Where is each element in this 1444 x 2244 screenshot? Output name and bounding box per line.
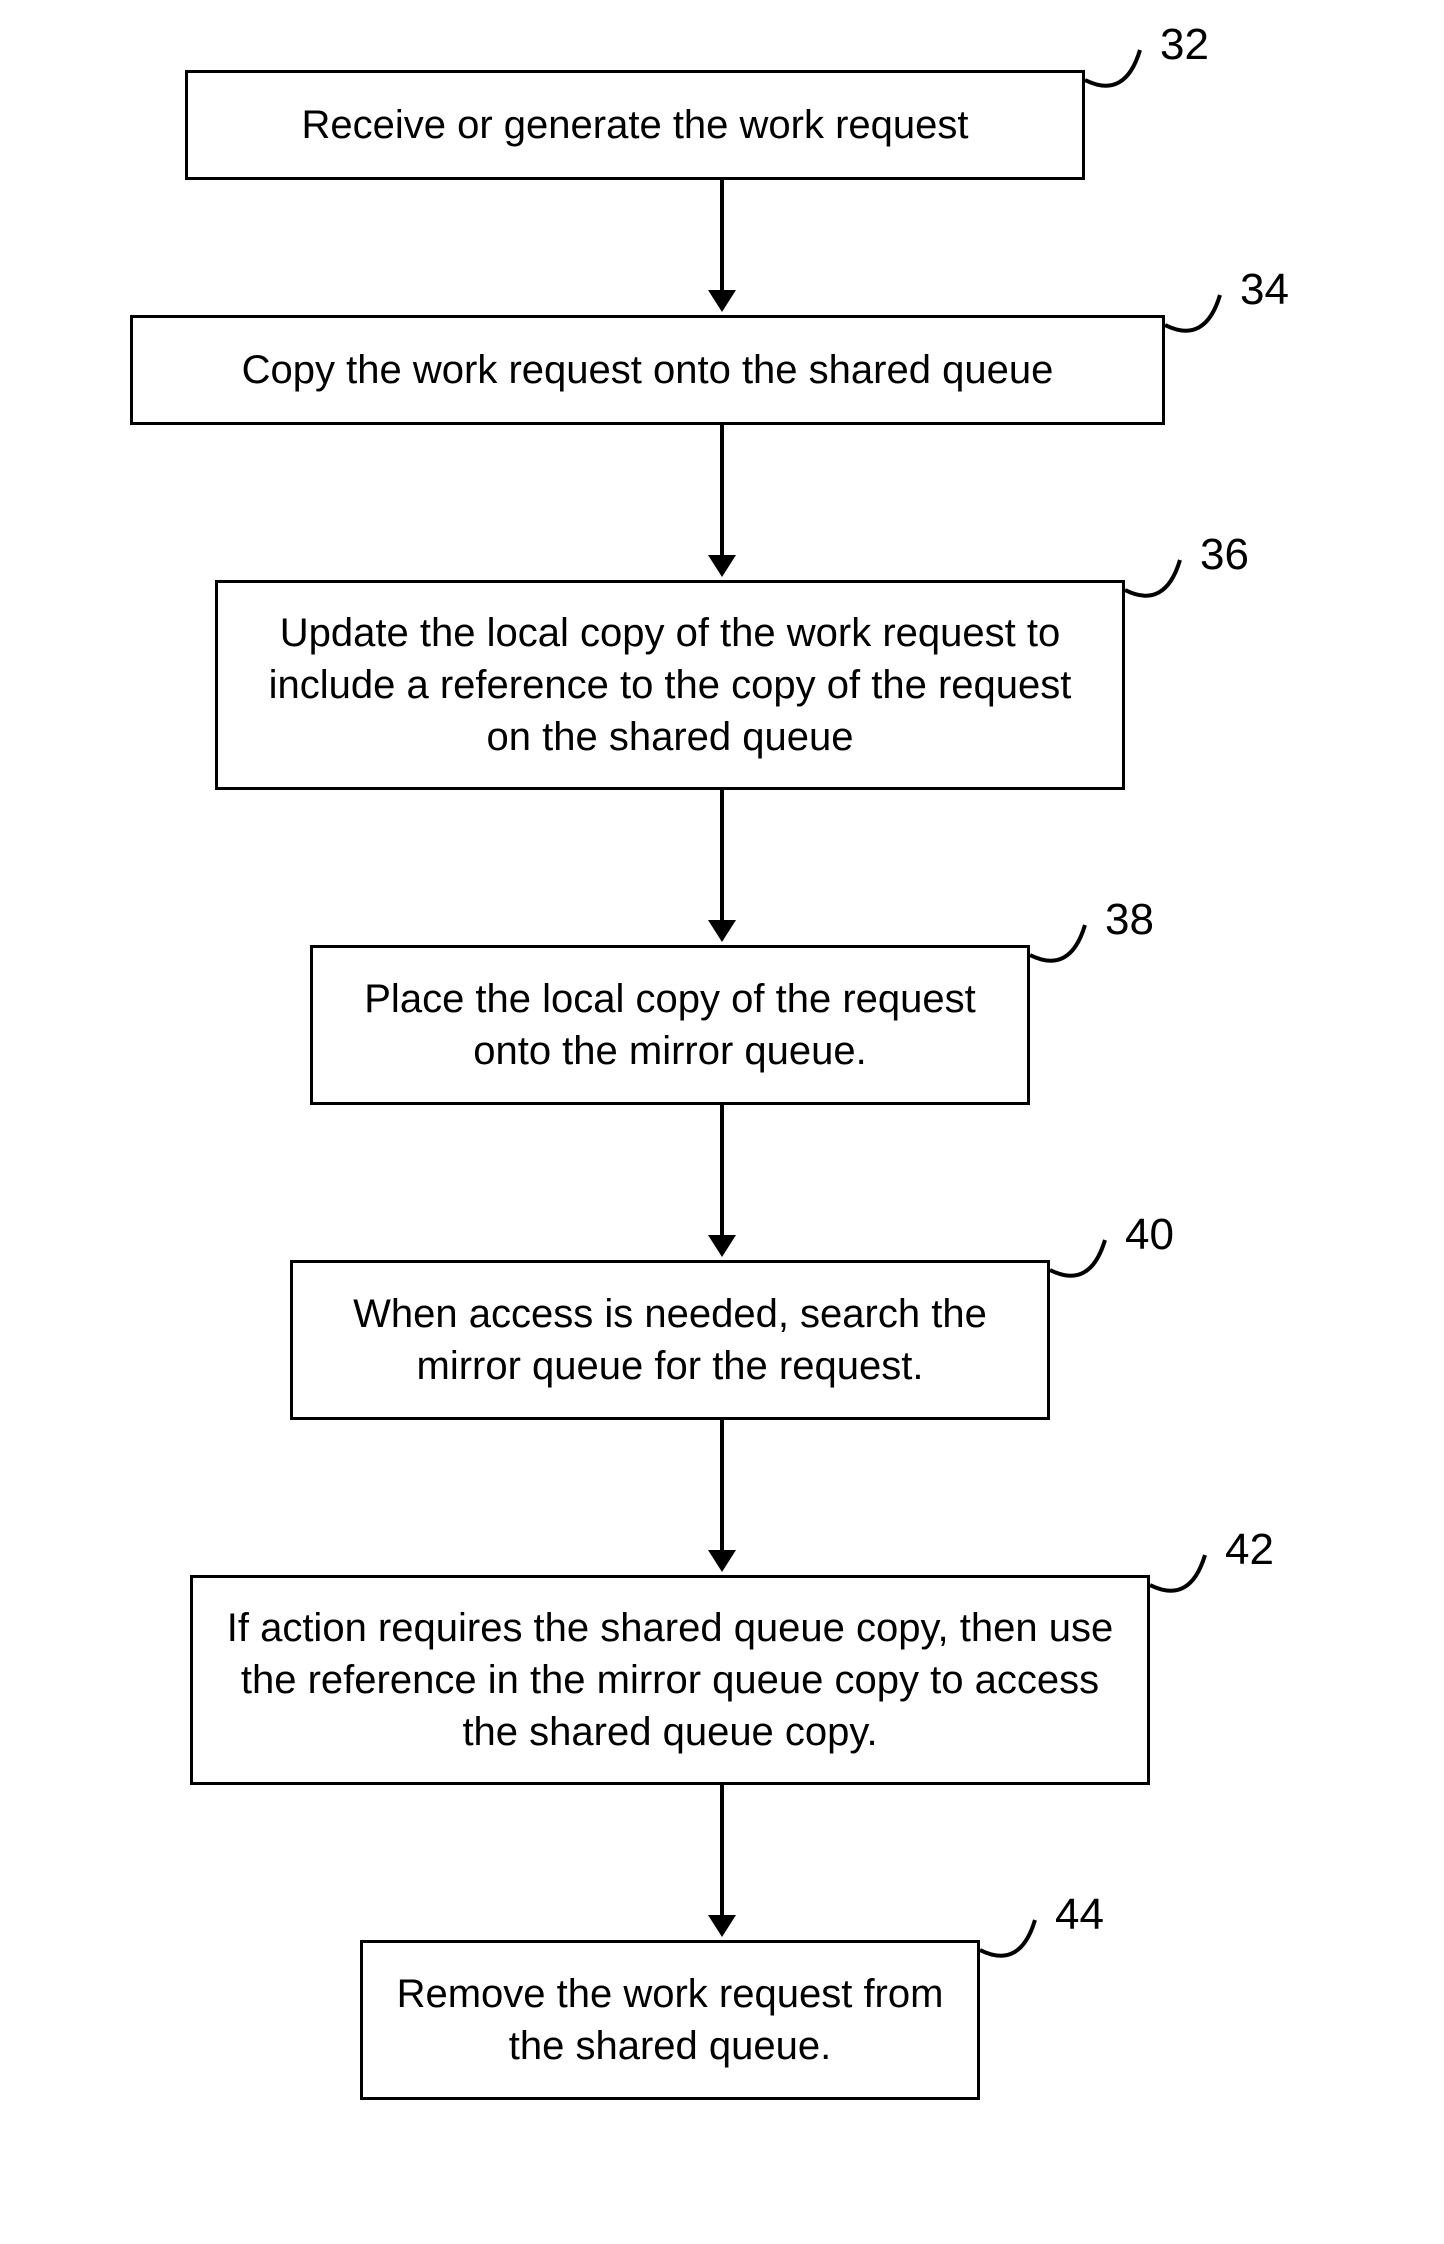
node-label-34: 34 [1240,265,1289,315]
flowchart-node-32: Receive or generate the work request [185,70,1085,180]
node-text: If action requires the shared queue copy… [223,1602,1117,1758]
flow-arrow [708,1105,736,1257]
node-label-32: 32 [1160,20,1209,70]
node-label-36: 36 [1200,530,1249,580]
flowchart-node-42: If action requires the shared queue copy… [190,1575,1150,1785]
callout-44 [980,1915,1050,1975]
node-text: Copy the work request onto the shared qu… [242,344,1054,396]
flow-arrow [708,1420,736,1572]
node-label-40: 40 [1125,1210,1174,1260]
callout-42 [1150,1550,1220,1610]
flowchart-node-34: Copy the work request onto the shared qu… [130,315,1165,425]
callout-40 [1050,1235,1120,1295]
callout-36 [1125,555,1195,615]
flowchart-node-36: Update the local copy of the work reques… [215,580,1125,790]
node-text: Remove the work request from the shared … [393,1968,947,2072]
flow-arrow [708,425,736,577]
flowchart-node-38: Place the local copy of the request onto… [310,945,1030,1105]
node-label-38: 38 [1105,895,1154,945]
callout-38 [1030,920,1100,980]
node-label-42: 42 [1225,1525,1274,1575]
callout-32 [1085,45,1155,105]
node-text: Receive or generate the work request [301,99,968,151]
flowchart-canvas: Receive or generate the work request 32 … [0,0,1444,2244]
flowchart-node-40: When access is needed, search the mirror… [290,1260,1050,1420]
flow-arrow [708,180,736,312]
node-text: Update the local copy of the work reques… [248,607,1092,763]
node-text: When access is needed, search the mirror… [323,1288,1017,1392]
callout-34 [1165,290,1235,350]
flow-arrow [708,1785,736,1937]
node-text: Place the local copy of the request onto… [343,973,997,1077]
flow-arrow [708,790,736,942]
flowchart-node-44: Remove the work request from the shared … [360,1940,980,2100]
node-label-44: 44 [1055,1890,1104,1940]
